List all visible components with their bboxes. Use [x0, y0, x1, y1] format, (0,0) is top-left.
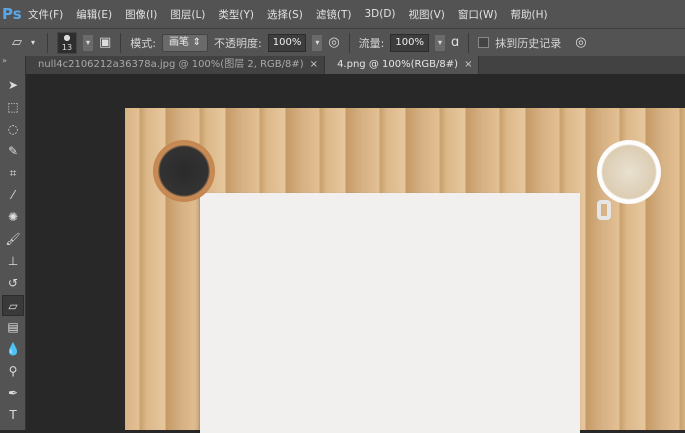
- brush-panel-icon[interactable]: ▣: [99, 35, 111, 50]
- flow-input[interactable]: 100%: [390, 33, 429, 52]
- toolbox: » ➤ ⬚ ◌ ✎ ⌗ ⁄ ✺ 🖌 ⊥ ↺ ▱ ▤ 💧 ⚲ ✒ T: [0, 56, 26, 430]
- opacity-input[interactable]: 100%: [267, 33, 307, 52]
- quick-selection-tool-icon[interactable]: ✎: [2, 141, 24, 162]
- pencil-cup-image: [153, 140, 215, 202]
- divider: [468, 32, 470, 53]
- menu-edit[interactable]: 编辑(E): [76, 7, 112, 22]
- expand-icon[interactable]: »: [0, 56, 25, 74]
- paper-image: [200, 193, 580, 433]
- gradient-tool-icon[interactable]: ▤: [2, 317, 24, 338]
- divider: [120, 32, 122, 53]
- lasso-tool-icon[interactable]: ◌: [2, 119, 24, 140]
- tab-document-2[interactable]: 4.png @ 100%(RGB/8#) ×: [325, 56, 480, 74]
- brush-tool-icon[interactable]: 🖌: [2, 229, 24, 250]
- history-brush-tool-icon[interactable]: ↺: [2, 273, 24, 294]
- pen-tool-icon[interactable]: ✒: [2, 383, 24, 404]
- menu-window[interactable]: 窗口(W): [458, 7, 498, 22]
- document-tabs: null4c2106212a36378a.jpg @ 100%(图层 2, RG…: [26, 56, 685, 74]
- chevron-down-icon[interactable]: ▾: [28, 35, 38, 51]
- menu-image[interactable]: 图像(I): [125, 7, 157, 22]
- blur-tool-icon[interactable]: 💧: [2, 339, 24, 360]
- mode-value: 画笔: [169, 36, 190, 48]
- eyedropper-tool-icon[interactable]: ⁄: [2, 185, 24, 206]
- crop-tool-icon[interactable]: ⌗: [2, 163, 24, 184]
- mode-select[interactable]: 画笔 ⇕: [162, 33, 209, 52]
- divider: [348, 32, 350, 53]
- close-icon[interactable]: ×: [310, 59, 318, 70]
- photoshop-logo: Ps: [2, 5, 22, 23]
- healing-tool-icon[interactable]: ✺: [2, 207, 24, 228]
- opacity-label: 不透明度:: [214, 36, 262, 50]
- pressure-opacity-icon[interactable]: ◎: [328, 35, 339, 50]
- menu-bar: Ps 文件(F) 编辑(E) 图像(I) 图层(L) 类型(Y) 选择(S) 滤…: [0, 0, 685, 28]
- flow-label: 流量:: [358, 36, 385, 50]
- mug-handle-image: [597, 200, 611, 220]
- menu-filter[interactable]: 滤镜(T): [316, 7, 352, 22]
- divider: [47, 32, 48, 53]
- menu-select[interactable]: 选择(S): [267, 7, 303, 22]
- options-bar: ▱ ▾ ● 13 ▾ ▣ 模式: 画笔 ⇕ 不透明度: 100% ▾ ◎ 流量: 1…: [0, 28, 685, 56]
- menu-type[interactable]: 类型(Y): [218, 7, 254, 22]
- marquee-tool-icon[interactable]: ⬚: [2, 97, 24, 118]
- move-tool-icon[interactable]: ➤: [2, 75, 24, 96]
- brush-picker-dropdown[interactable]: ▾: [83, 34, 93, 51]
- opacity-dropdown[interactable]: ▾: [312, 34, 323, 51]
- menu-3d[interactable]: 3D(D): [364, 8, 395, 20]
- close-icon[interactable]: ×: [464, 59, 472, 70]
- mode-label: 模式:: [130, 36, 157, 50]
- stamp-tool-icon[interactable]: ⊥: [2, 251, 24, 272]
- brush-size: 13: [61, 42, 73, 52]
- menu-file[interactable]: 文件(F): [28, 7, 63, 22]
- menu-layer[interactable]: 图层(L): [170, 7, 205, 22]
- document-canvas[interactable]: [125, 108, 685, 433]
- eraser-tool-icon[interactable]: ▱: [2, 295, 24, 316]
- coffee-mug-image: [597, 140, 661, 204]
- airbrush-icon[interactable]: ɑ: [451, 35, 459, 50]
- menu-view[interactable]: 视图(V): [409, 7, 445, 22]
- dodge-tool-icon[interactable]: ⚲: [2, 361, 24, 382]
- tab-document-1[interactable]: null4c2106212a36378a.jpg @ 100%(图层 2, RG…: [26, 56, 326, 74]
- flow-dropdown[interactable]: ▾: [434, 34, 445, 51]
- tab-label: 4.png @ 100%(RGB/8#): [337, 59, 459, 70]
- menu-help[interactable]: 帮助(H): [511, 7, 548, 22]
- updown-icon: ⇕: [192, 36, 202, 48]
- type-tool-icon[interactable]: T: [2, 405, 24, 426]
- brush-size-picker[interactable]: ● 13: [57, 31, 77, 54]
- erase-to-history-label: 抹到历史记录: [495, 36, 562, 50]
- tab-label: null4c2106212a36378a.jpg @ 100%(图层 2, RG…: [38, 59, 304, 70]
- pressure-size-icon[interactable]: ◎: [575, 35, 586, 50]
- eraser-preset-icon[interactable]: ▱: [12, 35, 22, 50]
- erase-to-history-checkbox[interactable]: [478, 37, 490, 48]
